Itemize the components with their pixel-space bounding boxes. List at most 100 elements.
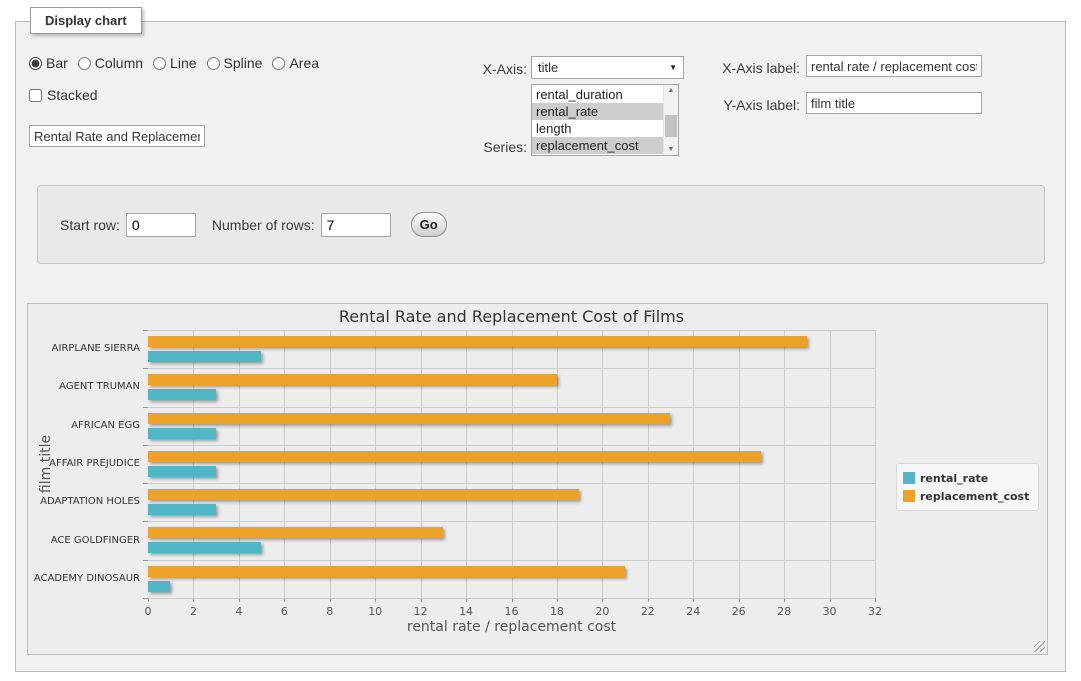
x-tick-label: 18 (537, 605, 577, 618)
stacked-checkbox[interactable] (29, 89, 42, 102)
chart-title: Rental Rate and Replacement Cost of Film… (148, 307, 875, 326)
x-gridline (239, 330, 240, 598)
bar-rental_rate[interactable] (148, 581, 170, 592)
scroll-down-icon[interactable]: ▼ (664, 146, 678, 153)
x-tick-label: 8 (310, 605, 350, 618)
chart-type-label: Line (170, 55, 196, 71)
series-multiselect[interactable]: rental_duration rental_rate length repla… (531, 84, 679, 156)
x-tick-label: 4 (219, 605, 259, 618)
x-gridline (875, 330, 876, 598)
x-axis-selected-value: title (538, 60, 558, 75)
chart-type-bar[interactable]: Bar (29, 55, 68, 71)
category-label: ACE GOLDFINGER (28, 535, 140, 546)
legend-item-rental_rate[interactable]: rental_rate (903, 469, 1029, 487)
bar-replacement_cost[interactable] (148, 451, 761, 462)
chart-type-label: Spline (224, 55, 263, 71)
bar-rental_rate[interactable] (148, 466, 216, 477)
chart-type-area[interactable]: Area (272, 55, 319, 71)
bar-replacement_cost[interactable] (148, 374, 557, 385)
x-tick-label: 20 (582, 605, 622, 618)
x-gridline (512, 330, 513, 598)
chart-type-radio-group: Bar Column Line Spline Area (29, 55, 319, 71)
series-option-replacement-cost[interactable]: replacement_cost (532, 137, 663, 154)
display-chart-fieldset: Display chart Bar Column Line Spline Are… (15, 21, 1066, 672)
x-gridline (693, 330, 694, 598)
series-option-rental-rate[interactable]: rental_rate (532, 103, 663, 120)
stacked-option[interactable]: Stacked (29, 87, 98, 103)
legend-item-replacement_cost[interactable]: replacement_cost (903, 487, 1029, 505)
scrollbar-thumb[interactable] (665, 115, 677, 137)
chart-type-label: Area (289, 55, 319, 71)
y-axis-label-field-label: Y-Axis label: (696, 97, 800, 113)
chart-type-column[interactable]: Column (78, 55, 143, 71)
chart-type-spline[interactable]: Spline (207, 55, 263, 71)
x-tick-label: 6 (264, 605, 304, 618)
x-gridline (557, 330, 558, 598)
chart-type-line[interactable]: Line (153, 55, 196, 71)
chart-type-radio-bar[interactable] (29, 57, 42, 70)
bar-rental_rate[interactable] (148, 542, 261, 553)
resize-handle-icon[interactable] (1034, 641, 1045, 652)
bar-replacement_cost[interactable] (148, 336, 807, 347)
row-range-panel: Start row: Number of rows: Go (37, 185, 1045, 264)
y-gridline (148, 560, 875, 561)
series-field-label: Series: (446, 139, 527, 155)
x-tick-label: 10 (355, 605, 395, 618)
chart-type-radio-area[interactable] (272, 57, 285, 70)
x-tick-label: 14 (446, 605, 486, 618)
chevron-down-icon: ▼ (669, 63, 677, 72)
series-option-rental-duration[interactable]: rental_duration (532, 86, 663, 103)
y-gridline (148, 445, 875, 446)
x-gridline (330, 330, 331, 598)
legend-swatch-icon (903, 490, 915, 502)
x-tick-label: 30 (810, 605, 850, 618)
x-gridline (648, 330, 649, 598)
bar-rental_rate[interactable] (148, 351, 261, 362)
x-tick-label: 26 (719, 605, 759, 618)
chart-type-label: Column (95, 55, 143, 71)
x-gridline (421, 330, 422, 598)
start-row-input[interactable] (126, 213, 196, 237)
x-axis-field-label: X-Axis: (446, 61, 527, 77)
x-gridline (830, 330, 831, 598)
bar-rental_rate[interactable] (148, 428, 216, 439)
category-label: AGENT TRUMAN (28, 381, 140, 392)
chart-container: Rental Rate and Replacement Cost of Film… (27, 303, 1048, 655)
x-gridline (375, 330, 376, 598)
legend-label: rental_rate (920, 472, 988, 485)
chart-type-radio-line[interactable] (153, 57, 166, 70)
num-rows-label: Number of rows: (212, 217, 315, 233)
x-tick-label: 2 (173, 605, 213, 618)
fieldset-legend: Display chart (30, 7, 142, 34)
y-axis-label-input[interactable] (806, 92, 982, 114)
x-tick-label: 32 (855, 605, 895, 618)
category-label: ACADEMY DINOSAUR (28, 573, 140, 584)
category-label: AFRICAN EGG (28, 420, 140, 431)
x-tick-label: 28 (764, 605, 804, 618)
chart-title-input[interactable] (29, 125, 205, 147)
bar-replacement_cost[interactable] (148, 413, 670, 424)
go-button[interactable]: Go (411, 212, 447, 237)
legend-label: replacement_cost (920, 490, 1029, 503)
legend-swatch-icon (903, 472, 915, 484)
x-axis-label-field-label: X-Axis label: (696, 60, 800, 76)
category-label: ADAPTATION HOLES (28, 496, 140, 507)
x-axis-label-input[interactable] (806, 55, 982, 77)
chart-type-radio-spline[interactable] (207, 57, 220, 70)
x-gridline (602, 330, 603, 598)
x-axis-select[interactable]: title ▼ (531, 56, 684, 79)
bar-rental_rate[interactable] (148, 389, 216, 400)
series-scrollbar[interactable]: ▲ ▼ (663, 85, 678, 155)
bar-rental_rate[interactable] (148, 504, 216, 515)
num-rows-input[interactable] (321, 213, 391, 237)
bar-replacement_cost[interactable] (148, 527, 443, 538)
series-option-length[interactable]: length (532, 120, 663, 137)
bar-replacement_cost[interactable] (148, 489, 579, 500)
stacked-label: Stacked (47, 87, 98, 103)
scroll-up-icon[interactable]: ▲ (664, 87, 678, 94)
y-gridline (148, 330, 875, 331)
chart-type-radio-column[interactable] (78, 57, 91, 70)
bar-replacement_cost[interactable] (148, 566, 625, 577)
chart-type-label: Bar (46, 55, 68, 71)
x-gridline (284, 330, 285, 598)
